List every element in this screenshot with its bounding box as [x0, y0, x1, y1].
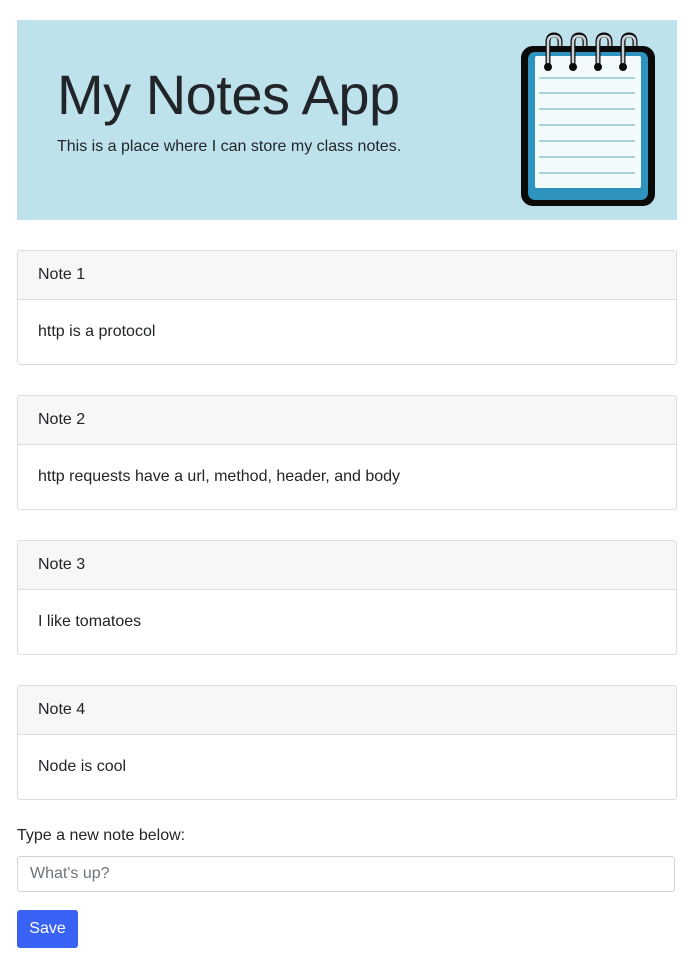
page-title: My Notes App: [57, 63, 400, 126]
note-body: Node is cool: [38, 758, 127, 775]
page-subtitle: This is a place where I can store my cla…: [57, 138, 402, 155]
note-title: Note 1: [18, 251, 676, 300]
note-body: I like tomatoes: [38, 613, 142, 630]
note-title: Note 3: [18, 541, 676, 590]
note-title: Note 2: [18, 396, 676, 445]
note-card: Note 1 http is a protocol: [17, 250, 677, 365]
note-body: http is a protocol: [38, 323, 156, 340]
header-banner: My Notes App This is a place where I can…: [17, 20, 677, 220]
save-button[interactable]: Save: [17, 910, 78, 948]
page-container: My Notes App This is a place where I can…: [17, 20, 677, 948]
notepad-icon: [521, 32, 655, 206]
new-note-input[interactable]: [17, 856, 675, 892]
note-card: Note 2 http requests have a url, method,…: [17, 395, 677, 510]
note-card: Note 3 I like tomatoes: [17, 540, 677, 655]
note-body: http requests have a url, method, header…: [38, 468, 401, 485]
new-note-label: Type a new note below:: [17, 827, 186, 844]
note-card: Note 4 Node is cool: [17, 685, 677, 800]
note-title: Note 4: [18, 686, 676, 735]
